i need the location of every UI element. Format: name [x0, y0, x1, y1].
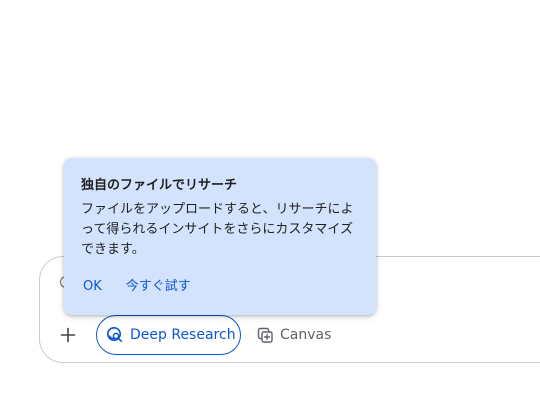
deep-research-icon: [107, 327, 122, 342]
canvas-icon: [257, 327, 273, 343]
deep-research-label: Deep Research: [130, 327, 236, 343]
gemini-screen: Deep Research Canvas 独自のファイルでリサーチ ファイルをア…: [0, 0, 540, 405]
feature-tooltip-popover: 独自のファイルでリサーチ ファイルをアップロードすると、リサーチによって得られる…: [64, 158, 376, 315]
popover-actions: OK 今すぐ試す: [83, 277, 191, 297]
popover-body: ファイルをアップロードすると、リサーチによって得られるインサイトをさらにカスタマ…: [81, 202, 354, 257]
ok-button[interactable]: OK: [83, 277, 102, 297]
popover-title: 独自のファイルでリサーチ: [81, 178, 238, 193]
canvas-label: Canvas: [280, 327, 332, 343]
plus-icon: [60, 327, 76, 343]
try-now-button[interactable]: 今すぐ試す: [126, 277, 191, 297]
add-button[interactable]: [55, 322, 81, 348]
canvas-button[interactable]: Canvas: [257, 322, 331, 348]
deep-research-button[interactable]: Deep Research: [96, 315, 241, 355]
